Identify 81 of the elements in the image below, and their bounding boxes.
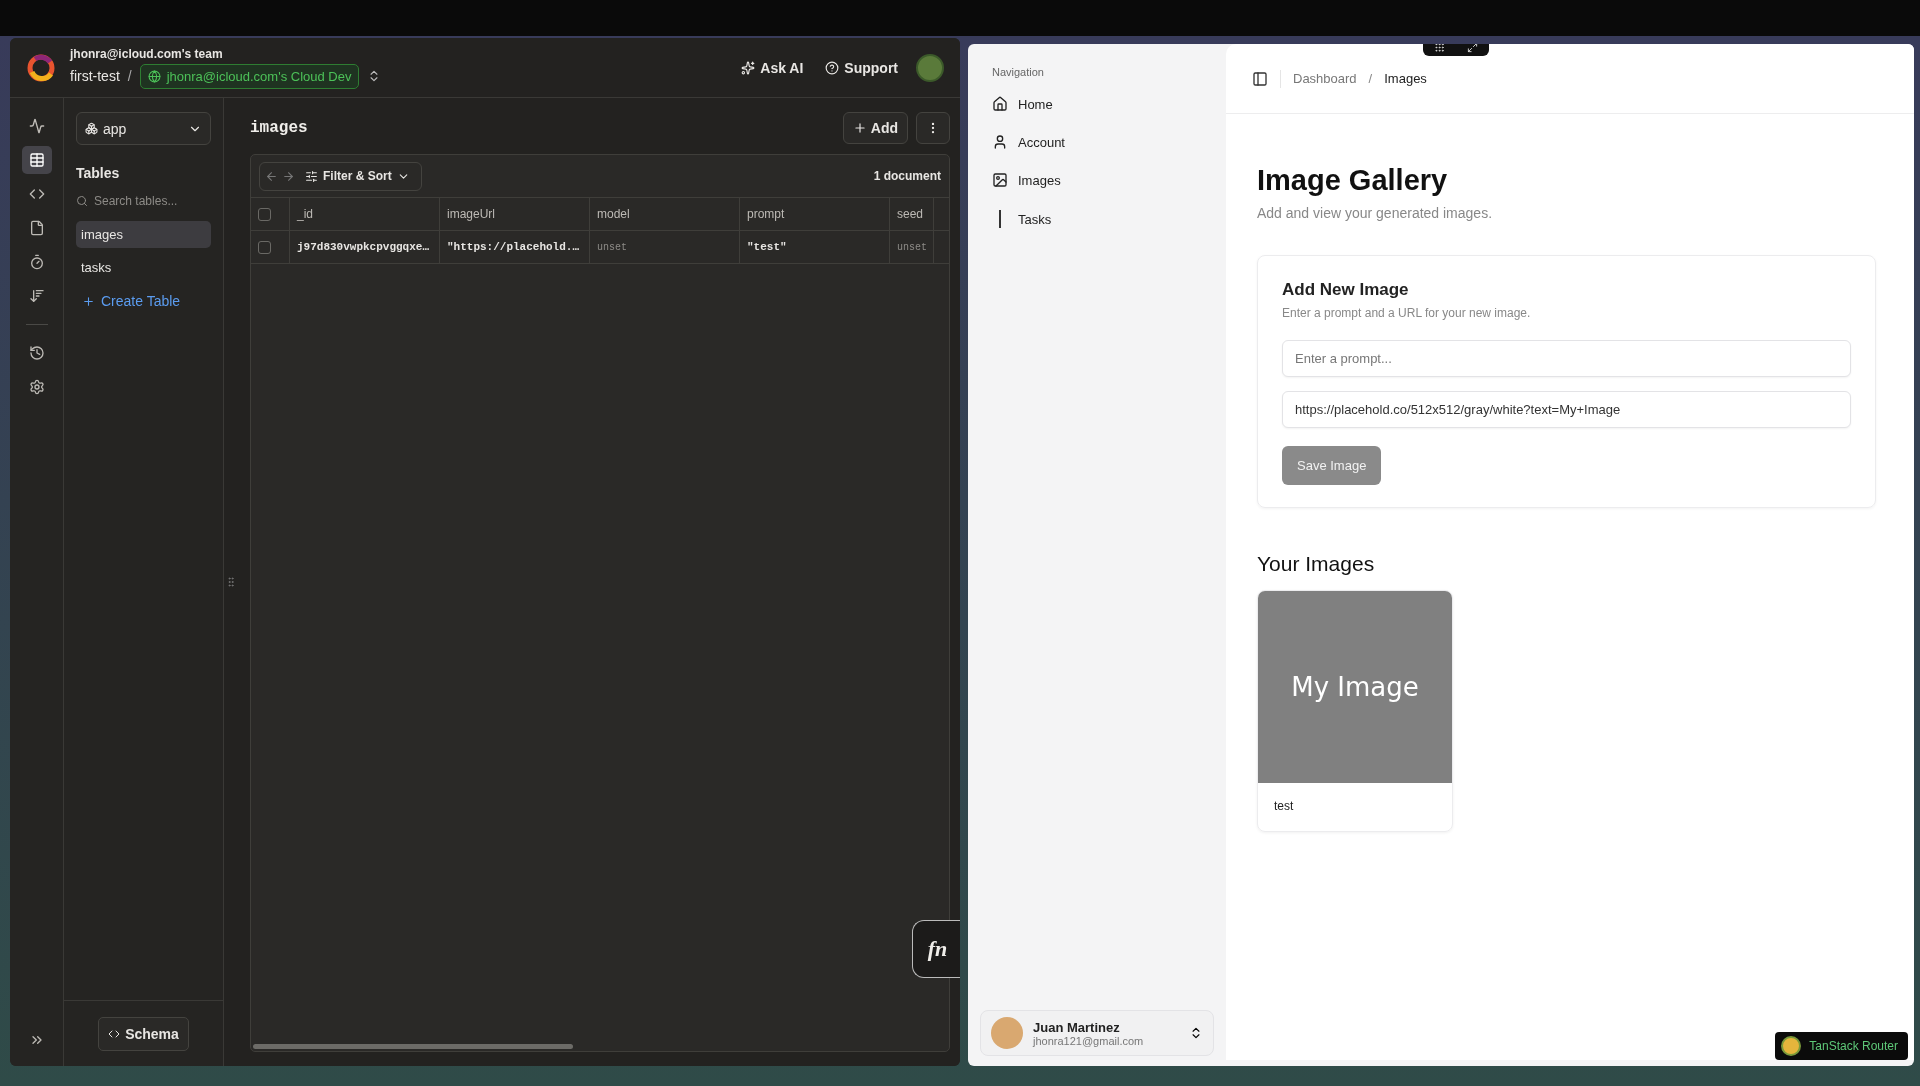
table-icon	[28, 152, 45, 168]
forward-arrow-icon[interactable]	[282, 169, 295, 183]
card-description: Enter a prompt and a URL for your new image.	[1282, 306, 1532, 320]
nav-item[interactable]: Home	[980, 88, 1214, 120]
pulse-icon	[28, 118, 45, 134]
sliders-icon	[305, 169, 318, 183]
nav-item[interactable]: Account	[980, 126, 1214, 158]
image-icon	[992, 172, 1008, 188]
sparkle-icon	[741, 60, 756, 75]
tables-heading: Tables	[76, 165, 121, 181]
create-table-button[interactable]: Create Table	[76, 287, 211, 315]
column-header[interactable]: model	[597, 207, 630, 221]
page-title: Image Gallery	[1257, 164, 1449, 197]
table-cell: unset	[597, 241, 627, 253]
logo-icon	[26, 52, 56, 83]
page-subtitle: Add and view your generated images.	[1257, 205, 1494, 221]
nav-item[interactable]: Tasks	[980, 202, 1214, 236]
code-icon	[28, 186, 45, 202]
search-icon	[76, 195, 88, 207]
column-header[interactable]: seed	[897, 207, 924, 221]
table-cell: unset	[897, 241, 927, 253]
file-icon	[28, 220, 45, 236]
help-icon	[825, 60, 840, 75]
component-icon	[85, 122, 98, 135]
resize-handle-icon[interactable]	[225, 576, 237, 588]
search-field[interactable]: Search tables...	[92, 193, 202, 209]
table-item[interactable]: tasks	[76, 254, 211, 281]
table-cell: "test"	[747, 241, 787, 253]
select-all-checkbox[interactable]	[258, 207, 271, 221]
prompt-field[interactable]: Enter a prompt...	[1282, 340, 1851, 377]
document-count: 1 document	[873, 169, 941, 183]
expand-icon	[1467, 44, 1478, 53]
router-logo-icon	[1781, 1036, 1802, 1056]
column-header[interactable]: _id	[297, 207, 313, 221]
breadcrumb-link[interactable]: Dashboard	[1293, 71, 1357, 86]
rail-button[interactable]	[21, 146, 52, 174]
schema-button[interactable]: Schema	[98, 1016, 189, 1051]
user-icon	[992, 134, 1008, 150]
section-heading: Your Images	[1257, 552, 1376, 576]
nav-item[interactable]: Images	[980, 164, 1214, 196]
project-name[interactable]: first-test	[70, 68, 120, 84]
avatar[interactable]	[916, 53, 944, 82]
url-field[interactable]: https://placehold.co/512x512/gray/white?text=My+Image	[1282, 391, 1851, 428]
settings-icon	[28, 379, 45, 395]
ask-ai-button[interactable]: Ask AI	[737, 55, 808, 80]
breadcrumb-link[interactable]: Images	[1384, 71, 1427, 86]
nav-heading: Navigation	[991, 66, 1045, 80]
column-header[interactable]: prompt	[747, 207, 785, 221]
history-icon	[28, 345, 45, 361]
support-button[interactable]: Support	[821, 55, 902, 80]
row-checkbox[interactable]	[258, 240, 271, 254]
user-email: jhonra121@gmail.com	[1033, 1034, 1144, 1047]
router-devtools-button[interactable]: TanStack Router	[1775, 1032, 1908, 1060]
table-cell: j97d830vwpkcpvggqxe…	[297, 241, 430, 253]
column-header[interactable]: imageUrl	[447, 207, 495, 221]
table-item[interactable]: images	[76, 221, 211, 248]
plus-icon	[82, 294, 95, 308]
plus-icon	[852, 121, 867, 135]
user-name: Juan Martinez	[1033, 1019, 1121, 1035]
back-arrow-icon[interactable]	[265, 169, 278, 183]
user-menu[interactable]: Juan Martinez jhonra121@gmail.com	[980, 1010, 1214, 1056]
user-avatar	[991, 1017, 1023, 1049]
sidebar-toggle-icon[interactable]	[1252, 70, 1268, 87]
table-cell: "https://placehold.…	[447, 241, 580, 253]
breadcrumb-separator: /	[127, 68, 132, 84]
sort-list-icon	[28, 288, 45, 304]
breadcrumb-separator: /	[1368, 71, 1373, 86]
card-title: Add New Image	[1282, 280, 1410, 300]
timer-icon	[28, 254, 45, 270]
deployment-selector[interactable]: jhonra@icloud.com's Cloud Dev	[139, 63, 360, 89]
functions-button[interactable]: fn	[912, 920, 960, 978]
add-button[interactable]: Add	[842, 112, 908, 144]
grip-icon	[1434, 44, 1445, 53]
component-select[interactable]: app	[76, 112, 211, 145]
image-caption: test	[1273, 798, 1295, 815]
home-icon	[992, 96, 1008, 112]
team-name: jhonra@icloud.com's team	[70, 46, 224, 61]
table-title: images	[250, 119, 308, 137]
scrollbar[interactable]	[253, 1044, 573, 1049]
globe-icon	[147, 69, 161, 83]
image-text: My Image	[1291, 672, 1419, 702]
